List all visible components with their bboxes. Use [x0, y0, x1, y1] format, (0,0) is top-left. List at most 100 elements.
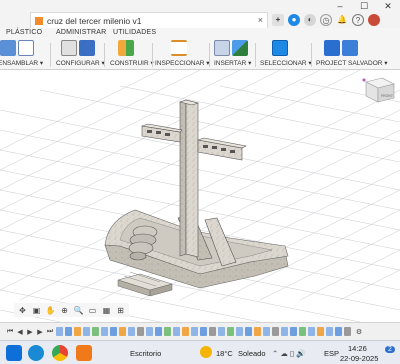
clock-time[interactable]: 14:26 — [348, 344, 367, 353]
timeline-feature[interactable] — [92, 327, 99, 336]
timeline-feature[interactable] — [119, 327, 126, 336]
search-box[interactable]: Escritorio — [130, 349, 161, 358]
timeline-next-icon[interactable]: ▶ — [36, 328, 44, 336]
timeline-play-icon[interactable]: ▶ — [26, 328, 34, 336]
chrome-icon[interactable] — [52, 345, 68, 361]
viewport-canvas[interactable]: FRONT ✥ ▣ ✋ ⊕ 🔍 ▭ ▦ ⊞ — [0, 70, 400, 338]
start-icon[interactable] — [6, 345, 22, 361]
timeline-feature[interactable] — [128, 327, 135, 336]
title-right-icons: + ● ◐ ◷ 🔔 ? — [272, 13, 380, 27]
timeline-feature[interactable] — [74, 327, 81, 336]
timeline-feature[interactable] — [344, 327, 351, 336]
ribbon-separator — [311, 43, 312, 67]
timeline-feature[interactable] — [65, 327, 72, 336]
timeline-feature[interactable] — [146, 327, 153, 336]
tray-icons[interactable]: ⌃ ☁ ▯ 🔊 — [272, 349, 306, 358]
close-window-button[interactable]: ✕ — [376, 0, 400, 12]
viewports-icon[interactable]: ⊞ — [115, 305, 126, 316]
edge-icon[interactable] — [28, 345, 44, 361]
timeline-feature[interactable] — [299, 327, 306, 336]
tab-administrar[interactable]: ADMINISTRAR — [56, 29, 106, 36]
configure-table-icon — [61, 40, 77, 56]
timeline-feature[interactable] — [281, 327, 288, 336]
timeline-feature[interactable] — [191, 327, 198, 336]
timeline-feature[interactable] — [335, 327, 342, 336]
timeline-feature[interactable] — [308, 327, 315, 336]
zoom-icon[interactable]: ⊕ — [59, 305, 70, 316]
model-viewport[interactable]: FRONT — [0, 70, 400, 338]
timeline-feature[interactable] — [317, 327, 324, 336]
project-tool[interactable]: PROJECT SALVADOR ▾ — [314, 39, 400, 69]
tab-plastico[interactable]: PLÁSTICO — [6, 29, 42, 36]
help-icon[interactable]: ? — [352, 14, 364, 26]
grid-settings-icon[interactable]: ▦ — [101, 305, 112, 316]
construct-tool[interactable]: CONSTRUIR ▾ — [108, 39, 154, 69]
assemble-tool[interactable]: ENSAMBLAR ▾ — [0, 39, 48, 69]
look-at-icon[interactable]: ▣ — [31, 305, 42, 316]
timeline-end-icon[interactable]: ⏭ — [46, 328, 54, 336]
orbit-icon[interactable]: ✥ — [17, 305, 28, 316]
language-indicator[interactable]: ESP — [324, 349, 339, 358]
timeline-feature[interactable] — [290, 327, 297, 336]
cross-vertical-post[interactable] — [178, 99, 200, 258]
timeline-feature[interactable] — [137, 327, 144, 336]
timeline-feature[interactable] — [209, 327, 216, 336]
document-tab[interactable]: cruz del tercer milenio v1 × — [30, 12, 268, 28]
timeline-feature[interactable] — [263, 327, 270, 336]
fit-icon[interactable]: 🔍 — [73, 305, 84, 316]
weather-condition[interactable]: Soleado — [238, 349, 266, 358]
minimize-button[interactable]: – — [328, 0, 352, 12]
cross-left-arm — [141, 123, 183, 143]
configure-label: CONFIGURAR ▾ — [56, 60, 105, 67]
weather-temperature[interactable]: 18°C — [216, 349, 233, 358]
timeline-start-icon[interactable]: ⏮ — [6, 328, 14, 336]
tab-close-icon[interactable]: × — [258, 15, 263, 25]
timeline-feature[interactable] — [173, 327, 180, 336]
ribbon-tools: ENSAMBLAR ▾ CONFIGURAR ▾ CONSTRUIR ▾ INS… — [0, 39, 400, 69]
timeline-feature[interactable] — [326, 327, 333, 336]
clock-date[interactable]: 22-09-2025 — [340, 354, 378, 363]
data-panel-icon[interactable]: ◐ — [304, 14, 316, 26]
ribbon-separator — [104, 43, 105, 67]
viewcube-home-icon[interactable] — [362, 78, 366, 82]
viewcube[interactable]: FRONT — [362, 77, 395, 103]
new-tab-button[interactable]: + — [272, 14, 284, 26]
display-settings-icon[interactable]: ▭ — [87, 305, 98, 316]
timeline-feature[interactable] — [227, 327, 234, 336]
user-avatar[interactable] — [368, 14, 380, 26]
timeline-feature[interactable] — [272, 327, 279, 336]
notification-badge[interactable]: 2 — [385, 346, 395, 353]
maximize-button[interactable]: ☐ — [352, 0, 376, 12]
timeline-bar: ⏮ ◀ ▶ ▶ ⏭ ⚙ — [0, 322, 400, 340]
configure-tool[interactable]: CONFIGURAR ▾ — [55, 39, 105, 69]
timeline-feature[interactable] — [164, 327, 171, 336]
timeline-settings-icon[interactable]: ⚙ — [355, 328, 363, 336]
timeline-feature[interactable] — [155, 327, 162, 336]
ribbon-toolbar: PLÁSTICO ADMINISTRAR UTILIDADES ENSAMBLA… — [0, 28, 400, 70]
timeline-feature[interactable] — [245, 327, 252, 336]
timeline-prev-icon[interactable]: ◀ — [16, 328, 24, 336]
timeline-feature[interactable] — [101, 327, 108, 336]
timeline-feature[interactable] — [110, 327, 117, 336]
ribbon-separator — [50, 43, 51, 67]
timeline-feature[interactable] — [236, 327, 243, 336]
insert-tool[interactable]: INSERTAR ▾ — [212, 39, 254, 69]
notifications-icon[interactable]: 🔔 — [336, 14, 348, 26]
timeline-feature[interactable] — [254, 327, 261, 336]
timeline-feature[interactable] — [83, 327, 90, 336]
timeline-feature[interactable] — [56, 327, 63, 336]
assemble-joint-icon — [18, 40, 34, 56]
inspect-tool[interactable]: INSPECCIONAR ▾ — [155, 39, 210, 69]
extensions-icon[interactable]: ● — [288, 14, 300, 26]
select-tool[interactable]: SELECCIONAR ▾ — [258, 39, 312, 69]
weather-sun-icon[interactable] — [200, 346, 212, 358]
project-label: PROJECT SALVADOR ▾ — [316, 60, 388, 67]
job-status-icon[interactable]: ◷ — [320, 14, 332, 26]
timeline-feature[interactable] — [218, 327, 225, 336]
timeline-feature[interactable] — [200, 327, 207, 336]
tab-utilidades[interactable]: UTILIDADES — [113, 29, 156, 36]
pan-icon[interactable]: ✋ — [45, 305, 56, 316]
document-title: cruz del tercer milenio v1 — [47, 15, 142, 26]
timeline-feature[interactable] — [182, 327, 189, 336]
fusion-app-icon[interactable] — [76, 345, 92, 361]
